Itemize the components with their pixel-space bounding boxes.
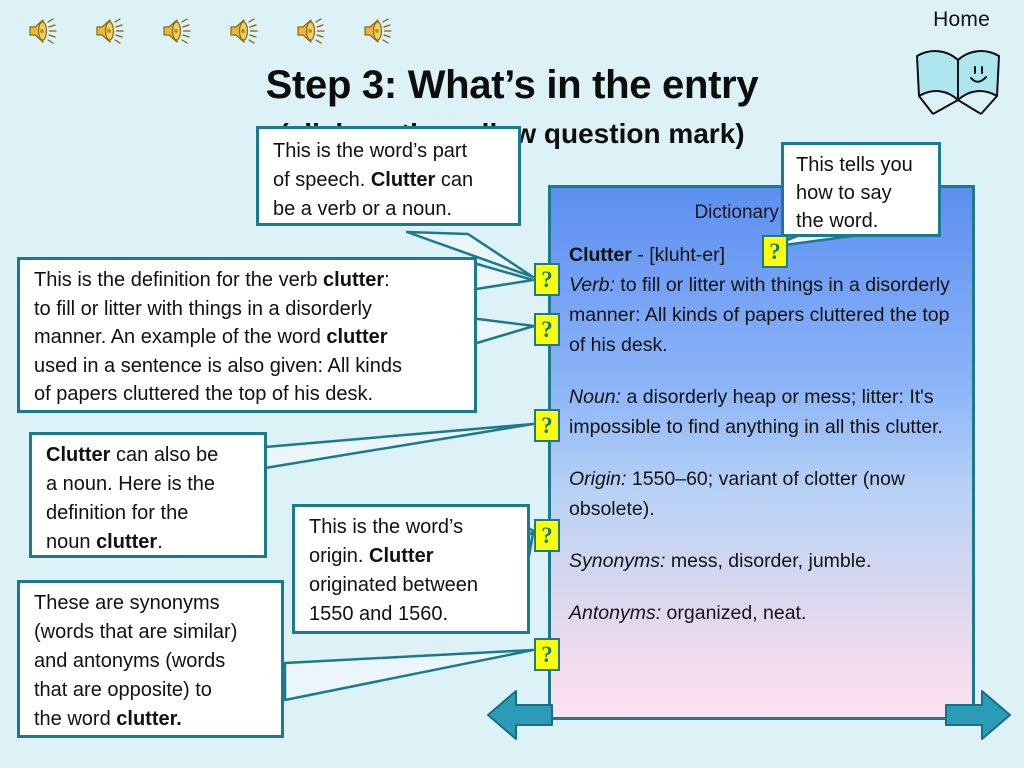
callout-emphasis: clutter [96, 531, 158, 553]
question-mark-button-verb-definition[interactable]: ? [534, 313, 560, 346]
callout-line: to fill or litter with things in a disor… [34, 297, 372, 320]
callout-origin: This is the word’s origin. Clutter origi… [292, 504, 530, 634]
callout-text: the word [34, 708, 117, 730]
entry-synonyms-label: Synonyms: [569, 550, 666, 572]
callout-line: noun clutter. [46, 528, 250, 557]
callout-text: This is the definition for the verb [34, 269, 324, 291]
dictionary-entry-text: Clutter - [kluht-er] Verb: to fill or li… [569, 240, 962, 628]
question-mark-button-pronunciation[interactable]: ? [762, 235, 788, 268]
callout-part-of-speech: This is the word’s part of speech. Clutt… [256, 126, 521, 226]
callout-line: (words that are similar) [34, 621, 238, 643]
callout-verb-definition: This is the definition for the verb clut… [17, 257, 477, 413]
callout-text: : [384, 269, 390, 291]
entry-origin-label: Origin: [569, 468, 627, 490]
question-mark-button-origin[interactable]: ? [534, 519, 560, 552]
callout-text: can also be [110, 444, 219, 466]
callout-line: how to say [796, 182, 892, 204]
entry-verb-label: Verb: [569, 274, 615, 296]
callout-line: This is the definition for the verb clut… [34, 266, 460, 295]
callout-text: origin. [309, 545, 370, 567]
callout-emphasis: clutter. [116, 708, 182, 730]
speaker-sound-icon[interactable] [26, 14, 60, 48]
callout-line: the word. [796, 210, 879, 232]
entry-verb-definition: to fill or litter with things in a disor… [569, 274, 950, 356]
entry-headword: Clutter [569, 244, 632, 266]
callout-noun-definition: Clutter can also be a noun. Here is the … [29, 432, 267, 558]
callout-emphasis: Clutter [369, 545, 434, 567]
speaker-sound-icon[interactable] [294, 14, 328, 48]
callout-emphasis: Clutter [46, 444, 111, 466]
callout-line: be a verb or a noun. [273, 198, 453, 220]
speaker-sound-icon[interactable] [227, 14, 261, 48]
entry-noun-label: Noun: [569, 386, 622, 408]
entry-dash: - [631, 244, 650, 266]
entry-verb-line: Verb: to fill or litter with things in a… [569, 270, 962, 360]
speaker-sound-icon[interactable] [160, 14, 194, 48]
arrow-right-icon[interactable] [944, 688, 1012, 742]
callout-emphasis: Clutter [370, 169, 436, 191]
question-mark-button-part-of-speech[interactable]: ? [534, 263, 560, 296]
callout-line: This tells you [796, 154, 913, 176]
speaker-icon-row [26, 14, 395, 48]
callout-text: of speech. [273, 169, 371, 191]
entry-noun-line: Noun: a disorderly heap or mess; litter:… [569, 382, 962, 442]
callout-line: the word clutter. [34, 705, 267, 734]
arrow-left-icon[interactable] [486, 688, 554, 742]
page-title: Step 3: What’s in the entry [265, 63, 759, 107]
home-link[interactable]: Home [933, 8, 990, 32]
callout-text: . [157, 531, 163, 553]
callout-line: Clutter can also be [46, 441, 250, 470]
callout-line: origin. Clutter [309, 542, 513, 571]
entry-antonyms-line: Antonyms: organized, neat. [569, 598, 962, 628]
entry-synonyms-line: Synonyms: mess, disorder, jumble. [569, 546, 962, 576]
speaker-sound-icon[interactable] [361, 14, 395, 48]
callout-line: This is the word’s part [273, 140, 468, 162]
callout-pronunciation: This tells you how to say the word. [781, 142, 941, 237]
callout-line: This is the word’s [309, 516, 464, 538]
entry-noun-definition: a disorderly heap or mess; litter: It's … [569, 386, 943, 438]
callout-line: originated between [309, 574, 479, 596]
callout-line: manner. An example of the word clutter [34, 323, 460, 352]
question-mark-button-noun-definition[interactable]: ? [534, 409, 560, 442]
callout-line: a noun. Here is the [46, 473, 215, 495]
callout-emphasis: clutter [326, 326, 388, 348]
callout-line: and antonyms (words [34, 650, 226, 672]
callout-line: that are opposite) to [34, 679, 212, 701]
callout-synonyms-antonyms: These are synonyms (words that are simil… [17, 580, 284, 738]
callout-text: manner. An example of the word [34, 326, 327, 348]
callout-line: of papers cluttered the top of his desk. [34, 383, 374, 405]
question-mark-button-synonyms-antonyms[interactable]: ? [534, 638, 560, 671]
entry-antonyms-label: Antonyms: [569, 602, 662, 624]
callout-line: of speech. Clutter can [273, 166, 504, 195]
callout-line: These are synonyms [34, 592, 220, 614]
slide-canvas: Home Step 3: What’s in the entry (click … [0, 0, 1024, 768]
entry-pronunciation: [kluht-er] [649, 244, 726, 266]
entry-antonyms-text: organized, neat. [661, 602, 807, 624]
entry-synonyms-text: mess, disorder, jumble. [665, 550, 872, 572]
callout-text: noun [46, 531, 97, 553]
speaker-sound-icon[interactable] [93, 14, 127, 48]
callout-line: definition for the [46, 502, 189, 524]
callout-emphasis: clutter [323, 269, 385, 291]
callout-text: can [435, 169, 474, 191]
callout-line: 1550 and 1560. [309, 603, 449, 625]
entry-origin-line: Origin: 1550–60; variant of clotter (now… [569, 464, 962, 524]
callout-line: used in a sentence is also given: All ki… [34, 354, 402, 377]
